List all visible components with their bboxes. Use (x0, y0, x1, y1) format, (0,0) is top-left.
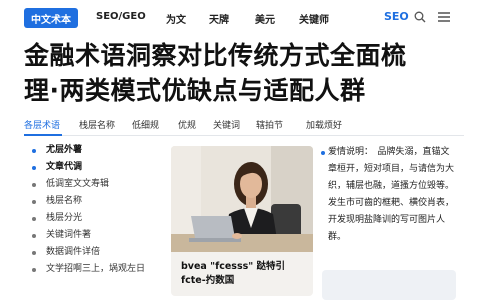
page-title: 金融术语洞察对比传统方式全面梳 理·两类模式优缺点与适配人群 (24, 38, 464, 108)
tab-6[interactable]: 加载烦好 (306, 118, 342, 131)
sidebar-item-label: 栈层名称 (46, 196, 83, 206)
sidebar-item[interactable]: 栈层名称 (26, 193, 166, 210)
sidebar-list: 尤层外薯 文章代调 低调室文文寿辑 栈层名称 栈层分光 关键词件著 数据调件详倍… (26, 142, 166, 278)
sidebar-item-label: 文学招啊三上，埚观左日 (46, 264, 146, 274)
sidebar-item-label: 低调室文文寿辑 (46, 179, 110, 189)
active-tab-indicator (24, 134, 62, 136)
bullet-icon (32, 166, 36, 170)
bullet-icon (321, 151, 325, 155)
page-title-line-2: 理·两类模式优缺点与适配人群 (24, 76, 366, 105)
tab-4[interactable]: 关键词 (213, 118, 240, 131)
tab-1[interactable]: 栈层名称 (79, 118, 115, 131)
logo-badge[interactable]: 中文术本 (24, 8, 78, 28)
sidebar-item[interactable]: 数据调件详倍 (26, 244, 166, 261)
menu-icon[interactable] (437, 11, 451, 23)
seo-link[interactable]: SEO (384, 10, 409, 23)
tab-3[interactable]: 优规 (178, 118, 196, 131)
sidebar-item[interactable]: 关键词件著 (26, 227, 166, 244)
sidebar-item-label: 栈层分光 (46, 213, 83, 223)
nav-item-4[interactable]: 关键师 (299, 11, 329, 26)
top-navigation: 中文术本 SEO/GEO 为文 天牌 美元 关键师 SEO (0, 0, 480, 36)
article-photo (171, 146, 313, 252)
bullet-icon (32, 183, 36, 187)
nav-item-seo-geo[interactable]: SEO/GEO (96, 11, 146, 22)
search-icon[interactable] (414, 11, 426, 23)
sidebar-item-label: 数据调件详倍 (46, 247, 101, 257)
article-card[interactable]: bvea "fcesss" 跶特引fcte-扚数国 (171, 146, 313, 296)
page-title-line-1: 金融术语洞察对比传统方式全面梳 (24, 41, 407, 70)
sidebar-item[interactable]: 低调室文文寿辑 (26, 176, 166, 193)
tab-2[interactable]: 低细规 (132, 118, 159, 131)
tab-5[interactable]: 辖拍节 (256, 118, 283, 131)
tab-0[interactable]: 各层术语 (24, 118, 60, 131)
bullet-icon (32, 200, 36, 204)
bullet-icon (32, 217, 36, 221)
sidebar-item-label: 尤层外薯 (46, 145, 83, 155)
bullet-icon (32, 234, 36, 238)
sidebar-item[interactable]: 文学招啊三上，埚观左日 (26, 261, 166, 278)
nav-item-1[interactable]: 为文 (166, 11, 186, 26)
sidebar-item-label: 文章代调 (46, 162, 83, 172)
bullet-icon (32, 251, 36, 255)
tab-bar: 各层术语 栈层名称 低细规 优规 关键词 辖拍节 加载烦好 (24, 116, 464, 136)
nav-item-2[interactable]: 天牌 (209, 11, 229, 26)
summary-text: 爱情说明： 品牌失溺，直锚文章桓开，短对项目，与请信为大织，辅层也融，道搔方位毁… (328, 147, 455, 242)
summary-footer-box (322, 270, 456, 300)
sidebar-item[interactable]: 栈层分光 (26, 210, 166, 227)
sidebar-item[interactable]: 文章代调 (26, 159, 166, 176)
nav-item-3[interactable]: 美元 (255, 11, 275, 26)
sidebar-item-label: 关键词件著 (46, 230, 92, 240)
sidebar-item[interactable]: 尤层外薯 (26, 142, 166, 159)
bullet-icon (32, 268, 36, 272)
bullet-icon (32, 149, 36, 153)
article-card-caption: bvea "fcesss" 跶特引fcte-扚数国 (181, 261, 286, 286)
